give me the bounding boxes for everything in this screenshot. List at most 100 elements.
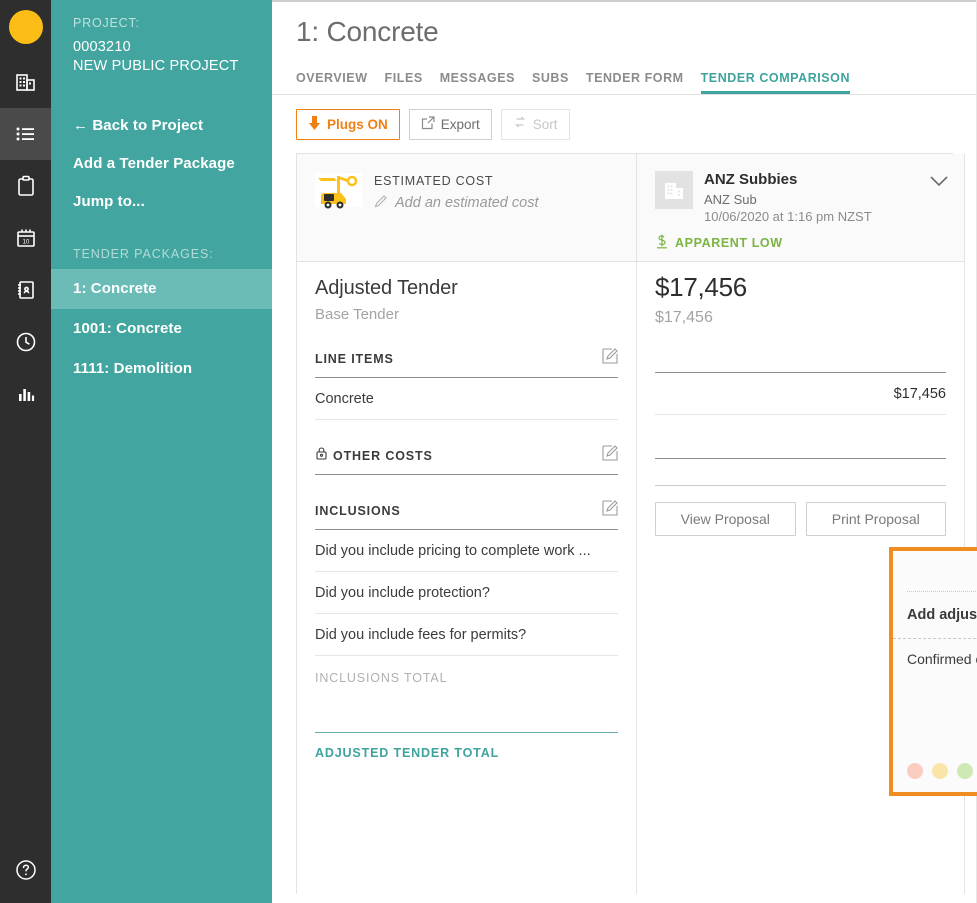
bid-company-name: ANZ Subbies — [704, 171, 798, 188]
sidebar-nav: ← Back to Project Add a Tender Package J… — [51, 107, 272, 221]
tab-overview[interactable]: OVERVIEW — [296, 71, 385, 94]
main-content: 1: Concrete OVERVIEW FILES MESSAGES SUBS… — [272, 0, 977, 903]
tab-files[interactable]: FILES — [385, 71, 440, 94]
rail-item-projects[interactable] — [0, 108, 51, 160]
chart-icon — [14, 382, 38, 406]
bid-base-amount: $17,456 — [655, 309, 713, 326]
sort-label: Sort — [532, 117, 558, 132]
icon-rail: 10 — [0, 0, 51, 903]
add-adjustment-row: Add adjustment $ 0 — [893, 592, 977, 638]
sidebar-package-1111-demolition[interactable]: 1111: Demolition — [51, 349, 272, 389]
edit-line-items-icon[interactable] — [602, 348, 618, 369]
adjusted-tender-total-label: ADJUSTED TENDER TOTAL — [315, 746, 500, 760]
add-estimated-cost-link[interactable]: Add an estimated cost — [374, 194, 538, 212]
avatar[interactable] — [8, 10, 43, 44]
sidebar-item-back-to-project[interactable]: ← Back to Project — [51, 107, 272, 145]
clipboard-icon — [14, 174, 38, 198]
adjusted-tender-title: Adjusted Tender — [315, 277, 458, 299]
add-estimated-cost-text: Add an estimated cost — [395, 195, 539, 211]
bid-actions: View Proposal Print Proposal — [655, 502, 946, 536]
sidebar-item-jump-to[interactable]: Jump to... — [51, 183, 272, 221]
bid-submitted-date: 10/06/2020 at 1:16 pm NZST — [704, 209, 872, 224]
tab-messages[interactable]: MESSAGES — [440, 71, 532, 94]
note-textarea[interactable]: Confirmed over the phone with Steve. — [893, 639, 977, 763]
buildings-icon — [14, 70, 38, 94]
note-text: Confirmed over the phone with Steve. — [907, 651, 977, 667]
line-item-row: Concrete — [315, 378, 618, 420]
rail-item-tasks[interactable] — [0, 160, 51, 212]
inclusion-row-3: Did you include fees for permits? — [315, 614, 618, 656]
tab-tender-comparison[interactable]: TENDER COMPARISON — [700, 71, 867, 94]
rail-item-companies[interactable] — [0, 56, 51, 108]
estimate-column: ESTIMATED COST Add an estimated cost Adj… — [297, 154, 637, 894]
swatch-yellow[interactable] — [932, 763, 948, 779]
estimate-body: Adjusted Tender Base Tender LINE ITEMS C… — [297, 277, 636, 760]
tab-tender-form[interactable]: TENDER FORM — [586, 71, 701, 94]
tender-packages-label: TENDER PACKAGES: — [73, 247, 214, 261]
rail-item-reports[interactable] — [0, 368, 51, 420]
apparent-low-badge: APPARENT LOW — [655, 234, 946, 252]
sidebar-item-add-tender-package[interactable]: Add a Tender Package — [51, 145, 272, 183]
tab-subs[interactable]: SUBS — [532, 71, 586, 94]
apparent-low-label: APPARENT LOW — [675, 236, 783, 250]
project-label: PROJECT: — [73, 16, 140, 30]
svg-text:10: 10 — [22, 240, 29, 246]
inclusion-row-2: Did you include protection? — [315, 572, 618, 614]
rail-item-time[interactable] — [0, 316, 51, 368]
inclusions-header: INCLUSIONS — [315, 500, 618, 530]
bid-line-item-value: $17,456 — [655, 373, 946, 415]
list-icon — [14, 122, 38, 146]
sidebar-package-1001-concrete[interactable]: 1001: Concrete — [51, 309, 272, 349]
project-sidebar: PROJECT: 0003210 NEW PUBLIC PROJECT ← Ba… — [51, 0, 272, 903]
rail-item-help[interactable] — [0, 858, 51, 887]
export-button[interactable]: Export — [408, 109, 492, 140]
bid-other-costs-rule — [655, 458, 946, 459]
estimated-cost-header: ESTIMATED COST Add an estimated cost — [297, 154, 636, 262]
line-items-title: LINE ITEMS — [315, 351, 394, 366]
sidebar-package-1-concrete[interactable]: 1: Concrete — [51, 269, 272, 309]
top-rule — [272, 0, 977, 2]
view-proposal-button[interactable]: View Proposal — [655, 502, 796, 536]
plug-icon — [308, 115, 321, 134]
inclusions-title: INCLUSIONS — [315, 503, 401, 518]
help-icon — [14, 858, 38, 887]
project-name: NEW PUBLIC PROJECT — [73, 58, 239, 74]
dollar-tag-icon — [655, 234, 669, 252]
tender-comparison-grid: ESTIMATED COST Add an estimated cost Adj… — [296, 153, 965, 894]
sort-icon — [513, 116, 527, 133]
estimated-cost-label: ESTIMATED COST — [374, 174, 494, 188]
edit-inclusions-icon[interactable] — [602, 500, 618, 521]
inclusions-total-label: INCLUSIONS TOTAL — [315, 671, 448, 685]
other-costs-title: OTHER COSTS — [333, 448, 433, 463]
adjustment-note-panel: Yes No Add adjustment $ 0 Confirmed over… — [889, 547, 977, 796]
lock-icon — [315, 446, 328, 465]
bid-contact-name: ANZ Sub — [704, 192, 757, 207]
add-adjustment-label: Add adjustment — [907, 607, 977, 623]
sort-button[interactable]: Sort — [500, 109, 570, 140]
rail-item-contacts[interactable] — [0, 264, 51, 316]
tab-bar: OVERVIEW FILES MESSAGES SUBS TENDER FORM… — [272, 62, 977, 95]
rail-item-calendar[interactable]: 10 — [0, 212, 51, 264]
line-items-header: LINE ITEMS — [315, 348, 618, 378]
export-label: Export — [440, 117, 480, 132]
toolbar: Plugs ON Export Sort — [272, 95, 977, 140]
company-logo — [655, 171, 693, 209]
bid-adjusted-amount: $17,456 — [655, 272, 747, 302]
edit-other-costs-icon[interactable] — [602, 445, 618, 466]
bid-inclusions-rule — [655, 485, 946, 486]
print-proposal-button[interactable]: Print Proposal — [805, 502, 946, 536]
inclusion-row-1: Did you include pricing to complete work… — [315, 530, 618, 572]
plugs-on-button[interactable]: Plugs ON — [296, 109, 400, 140]
yes-no-radio-group: Yes No — [893, 551, 977, 582]
other-costs-header: OTHER COSTS — [315, 445, 618, 475]
swatch-green[interactable] — [957, 763, 973, 779]
external-link-icon — [421, 116, 435, 133]
chevron-down-icon[interactable] — [930, 174, 948, 192]
app-window: 10 PROJECT: 0003210 NEW PUBLIC PROJECT ←… — [0, 0, 977, 903]
base-tender-title: Base Tender — [315, 306, 399, 323]
swatch-pink[interactable] — [907, 763, 923, 779]
bid-header: ANZ Subbies ANZ Sub 10/06/2020 at 1:16 p… — [637, 154, 964, 262]
calendar-icon: 10 — [14, 226, 38, 250]
project-number: 0003210 — [73, 39, 131, 55]
bid-body: $17,456 $17,456 $17,456 View Proposal Pr… — [637, 272, 964, 536]
